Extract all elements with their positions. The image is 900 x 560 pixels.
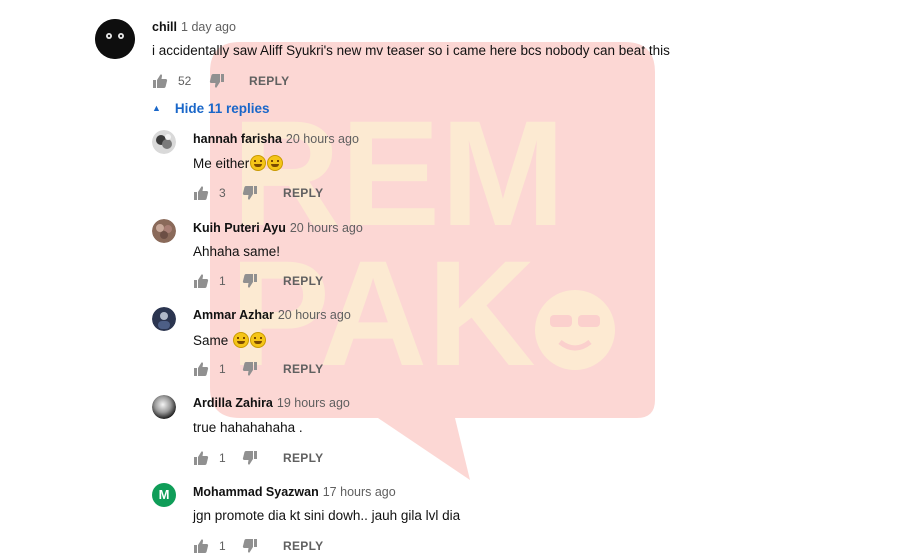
user-photo-icon: [152, 130, 176, 154]
comment-text: Ahhaha same!: [193, 244, 281, 259]
like-icon[interactable]: [193, 273, 209, 294]
dislike-icon[interactable]: [242, 185, 258, 206]
author-name[interactable]: hannah farisha: [193, 132, 282, 146]
comment-header: chill 1 day ago: [152, 20, 236, 34]
reply-button[interactable]: REPLY: [249, 74, 289, 88]
timestamp[interactable]: 20 hours ago: [290, 221, 363, 235]
comment-header: Mohammad Syazwan 17 hours ago: [193, 485, 396, 499]
comments-section: chill 1 day ago i accidentally saw Aliff …: [0, 0, 900, 560]
like-count: 1: [219, 274, 226, 288]
reply-button[interactable]: REPLY: [283, 186, 323, 200]
comment-actions: 1 REPLY: [193, 538, 353, 554]
avatar[interactable]: [95, 19, 135, 59]
timestamp[interactable]: 20 hours ago: [278, 308, 351, 322]
grinning-face-emoji-icon: [233, 332, 250, 348]
author-name[interactable]: Ardilla Zahira: [193, 396, 273, 410]
avatar[interactable]: [152, 307, 176, 331]
comment-header: Ammar Azhar 20 hours ago: [193, 308, 351, 322]
timestamp[interactable]: 20 hours ago: [286, 132, 359, 146]
comment-actions: 3 REPLY: [193, 185, 353, 201]
comment-actions: 52 REPLY: [152, 73, 352, 89]
dislike-icon[interactable]: [209, 73, 225, 94]
comment-text: jgn promote dia kt sini dowh.. jauh gila…: [193, 508, 461, 523]
reply-button[interactable]: REPLY: [283, 274, 323, 288]
timestamp[interactable]: 1 day ago: [181, 20, 236, 34]
comment-header: Kuih Puteri Ayu 20 hours ago: [193, 221, 363, 235]
grinning-face-emoji-icon: [250, 155, 267, 171]
dislike-icon[interactable]: [242, 538, 258, 559]
like-icon[interactable]: [152, 73, 168, 94]
comment-actions: 1 REPLY: [193, 361, 353, 377]
comment-text: Me either: [193, 155, 284, 171]
comment-header: Ardilla Zahira 19 hours ago: [193, 396, 350, 410]
hide-replies-label: Hide 11 replies: [174, 101, 270, 116]
caret-up-icon: ▲: [152, 103, 161, 113]
comment-text-body: Me either: [193, 156, 250, 171]
author-name[interactable]: Mohammad Syazwan: [193, 485, 319, 499]
user-photo-icon: [152, 395, 176, 419]
avatar[interactable]: M: [152, 483, 176, 507]
comment-text: Same: [193, 332, 267, 348]
comment-header: hannah farisha 20 hours ago: [193, 132, 359, 146]
avatar[interactable]: [152, 395, 176, 419]
reply-button[interactable]: REPLY: [283, 451, 323, 465]
like-icon[interactable]: [193, 361, 209, 382]
timestamp[interactable]: 17 hours ago: [323, 485, 396, 499]
like-count: 1: [219, 539, 226, 553]
like-count: 52: [178, 74, 192, 88]
like-count: 1: [219, 451, 226, 465]
dislike-icon[interactable]: [242, 361, 258, 382]
comment-actions: 1 REPLY: [193, 273, 353, 289]
timestamp[interactable]: 19 hours ago: [277, 396, 350, 410]
comment-text-body: Same: [193, 333, 233, 348]
avatar[interactable]: [152, 219, 176, 243]
grinning-face-emoji-icon: [267, 155, 284, 171]
reply-button[interactable]: REPLY: [283, 539, 323, 553]
grinning-face-emoji-icon: [250, 332, 267, 348]
hide-replies-button[interactable]: ▲ Hide 11 replies: [152, 101, 269, 116]
user-photo-icon: [152, 219, 176, 243]
like-count: 1: [219, 362, 226, 376]
avatar[interactable]: [152, 130, 176, 154]
like-icon[interactable]: [193, 450, 209, 471]
like-icon[interactable]: [193, 538, 209, 559]
comment-text: true hahahahaha .: [193, 420, 303, 435]
comment-text: i accidentally saw Aliff Syukri's new mv…: [152, 43, 670, 58]
like-icon[interactable]: [193, 185, 209, 206]
author-name[interactable]: Ammar Azhar: [193, 308, 274, 322]
comment-actions: 1 REPLY: [193, 450, 353, 466]
dislike-icon[interactable]: [242, 450, 258, 471]
dislike-icon[interactable]: [242, 273, 258, 294]
cat-avatar-icon: [95, 19, 135, 59]
like-count: 3: [219, 186, 226, 200]
author-name[interactable]: chill: [152, 20, 177, 34]
reply-button[interactable]: REPLY: [283, 362, 323, 376]
user-photo-icon: [152, 307, 176, 331]
author-name[interactable]: Kuih Puteri Ayu: [193, 221, 286, 235]
avatar-letter: M: [158, 487, 170, 502]
